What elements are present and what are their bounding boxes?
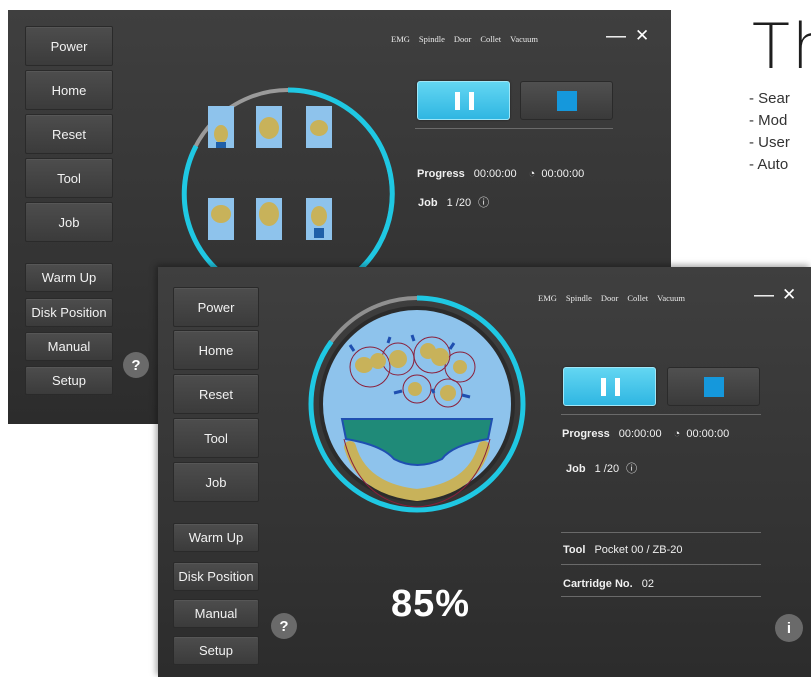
cartridge-label: Cartridge No. [563,578,633,590]
tool-row: Tool Pocket 00 / ZB-20 [563,544,683,556]
help-button[interactable]: ? [271,613,297,639]
document-bullet: - User [749,134,790,151]
collet-status: Collet [627,293,649,303]
progress-label: Progress [417,168,465,180]
job-row: Job 1 /20 ⓘ [418,194,489,210]
setup-button[interactable]: Setup [25,366,113,395]
milling-disk [319,306,515,502]
pause-button[interactable] [563,367,656,406]
divider [561,564,761,565]
warm-up-button[interactable]: Warm Up [173,523,259,552]
document-bullet: - Auto [749,156,789,173]
close-button[interactable]: ✕ [635,26,649,46]
document-bullet: - Sear [749,90,790,107]
divider [561,414,761,415]
manual-button[interactable]: Manual [25,332,113,361]
document-title: Th [752,10,811,83]
clock-icon: ◔ [528,168,536,180]
job-label: Job [566,463,586,475]
job-value: 1 /20 [594,463,620,475]
document-bullet: - Mod [749,112,788,129]
door-status: Door [600,293,619,303]
minimize-button[interactable]: — [754,285,774,305]
power-button[interactable]: Power [25,26,113,66]
part-thumbnail-grid [208,106,332,240]
info-circle-icon[interactable]: ⓘ [626,463,637,475]
front-app-window: Power Home Reset Tool Job Warm Up Disk P… [158,267,811,677]
tool-button[interactable]: Tool [173,418,259,458]
door-status: Door [453,34,472,44]
minimize-button[interactable]: — [606,26,626,46]
progress-time: 00:00:00 [618,428,662,440]
manual-button[interactable]: Manual [173,599,259,628]
divider [415,128,613,129]
job-button[interactable]: Job [25,202,113,242]
progress-row: Progress 00:00:00 ◔ 00:00:00 [417,168,584,180]
remaining-time: 00:00:00 [686,428,730,440]
progress-time: 00:00:00 [473,168,517,180]
tool-value: Pocket 00 / ZB-20 [594,544,683,556]
emg-status: EMG [538,293,557,303]
job-button[interactable]: Job [173,462,259,502]
cartridge-value: 02 [641,578,654,590]
stop-button[interactable] [520,81,613,120]
home-button[interactable]: Home [173,330,259,370]
divider [561,532,761,533]
vacuum-status: Vacuum [657,293,685,303]
disk-position-button[interactable]: Disk Position [173,562,259,591]
vacuum-status: Vacuum [510,34,538,44]
cartridge-row: Cartridge No. 02 [563,578,654,590]
info-circle-icon[interactable]: ⓘ [478,197,489,209]
disk-position-button[interactable]: Disk Position [25,298,113,327]
remaining-time: 00:00:00 [541,168,585,180]
reset-button[interactable]: Reset [25,114,113,154]
divider [561,596,761,597]
collet-status: Collet [480,34,502,44]
job-value: 1 /20 [446,197,472,209]
pause-button[interactable] [417,81,510,120]
progress-label: Progress [562,428,610,440]
help-button[interactable]: ? [123,352,149,378]
close-button[interactable]: ✕ [782,285,796,305]
progress-percent: 85% [391,583,471,625]
job-disk-view [308,295,526,513]
spindle-status: Spindle [418,34,445,44]
tool-label: Tool [563,544,586,556]
status-indicator-bar: EMG Spindle Door Collet Vacuum [538,293,685,303]
reset-button[interactable]: Reset [173,374,259,414]
home-button[interactable]: Home [25,70,113,110]
progress-row: Progress 00:00:00 ◔ 00:00:00 [562,428,729,440]
clock-icon: ◔ [673,428,681,440]
tool-button[interactable]: Tool [25,158,113,198]
setup-button[interactable]: Setup [173,636,259,665]
document-bullet-list: - Sear - Mod - User - Auto [749,88,790,176]
job-label: Job [418,197,438,209]
info-button[interactable]: i [775,614,803,642]
job-row: Job 1 /20 ⓘ [566,460,637,476]
status-indicator-bar: EMG Spindle Door Collet Vacuum [391,34,538,44]
warm-up-button[interactable]: Warm Up [25,263,113,292]
spindle-status: Spindle [565,293,592,303]
emg-status: EMG [391,34,410,44]
stop-button[interactable] [667,367,760,406]
power-button[interactable]: Power [173,287,259,327]
